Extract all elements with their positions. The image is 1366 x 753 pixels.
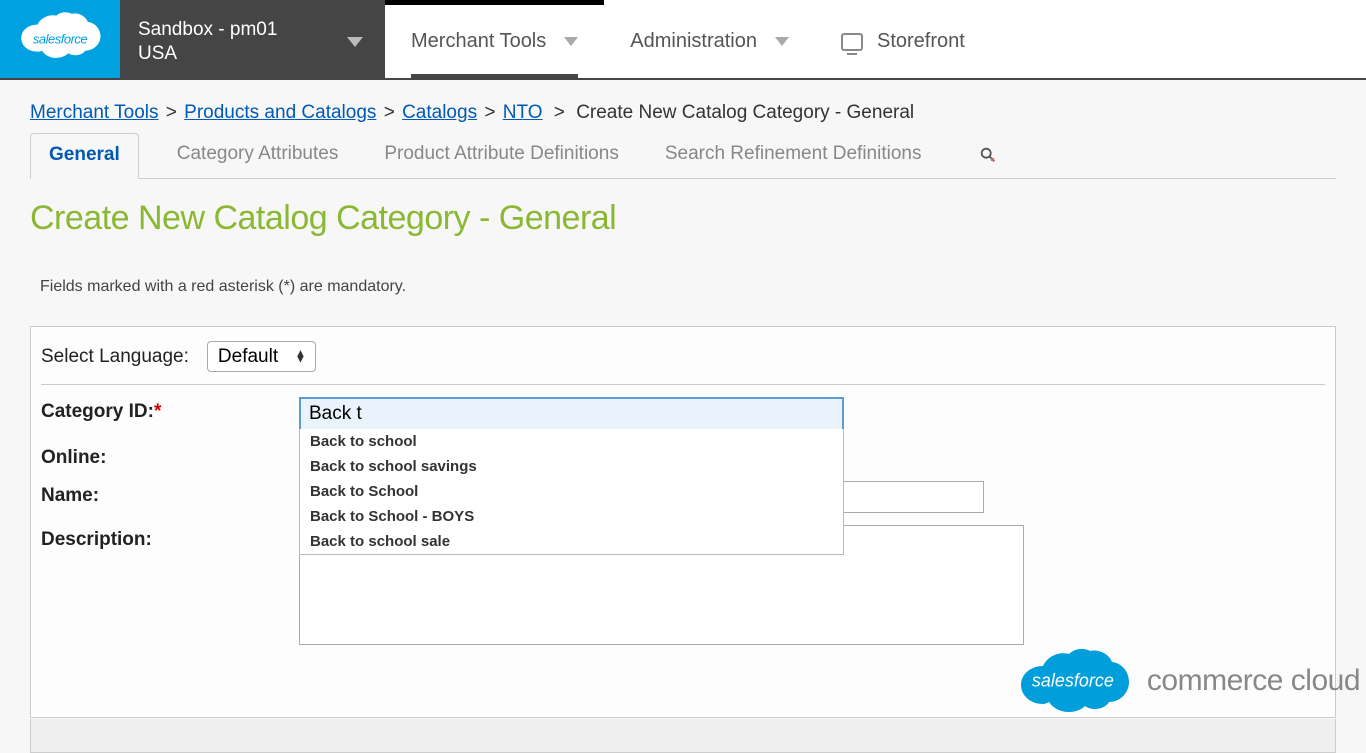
nav-label: Storefront xyxy=(877,30,965,53)
breadcrumb-separator: > xyxy=(384,102,395,123)
breadcrumb: Merchant Tools > Products and Catalogs >… xyxy=(30,102,1336,124)
nav-storefront[interactable]: Storefront xyxy=(815,0,1009,78)
tab-general[interactable]: General xyxy=(30,133,139,179)
chevron-down-icon xyxy=(347,37,363,47)
breadcrumb-link-products-catalogs[interactable]: Products and Catalogs xyxy=(184,102,376,123)
breadcrumb-link-nto[interactable]: NTO xyxy=(503,102,543,123)
category-id-input[interactable] xyxy=(299,397,844,431)
top-navigation-bar: salesforce Sandbox - pm01 USA Merchant T… xyxy=(0,0,1366,80)
category-id-label-text: Category ID: xyxy=(41,401,154,422)
nav-label: Administration xyxy=(630,30,757,53)
site-line-2: USA xyxy=(138,42,277,66)
mandatory-fields-note: Fields marked with a red asterisk (*) ar… xyxy=(30,278,1336,296)
breadcrumb-link-catalogs[interactable]: Catalogs xyxy=(402,102,477,123)
language-label: Select Language: xyxy=(41,346,189,368)
form-footer-strip xyxy=(30,719,1336,753)
autocomplete-item[interactable]: Back to school xyxy=(300,429,843,454)
description-label: Description: xyxy=(41,525,299,551)
nav-label: Merchant Tools xyxy=(411,30,546,53)
category-id-row: Category ID:* Back to school Back to sch… xyxy=(41,397,1325,431)
breadcrumb-separator: > xyxy=(166,102,177,123)
language-select[interactable]: Default xyxy=(207,341,316,372)
language-row: Select Language: Default ▲▼ xyxy=(41,341,1325,385)
salesforce-cloud-logo: salesforce xyxy=(15,9,105,69)
nav-merchant-tools[interactable]: Merchant Tools xyxy=(385,0,604,78)
breadcrumb-current: Create New Catalog Category - General xyxy=(576,102,914,123)
search-icon[interactable] xyxy=(979,146,997,164)
nav-active-underline xyxy=(411,74,578,78)
tab-product-attribute-definitions[interactable]: Product Attribute Definitions xyxy=(366,133,636,177)
breadcrumb-separator: > xyxy=(554,102,565,123)
chevron-down-icon xyxy=(564,37,578,46)
breadcrumb-separator: > xyxy=(484,102,495,123)
online-label: Online: xyxy=(41,443,299,469)
required-asterisk: * xyxy=(154,401,161,422)
monitor-icon xyxy=(841,33,863,51)
chevron-down-icon xyxy=(775,37,789,46)
tab-search-refinement-definitions[interactable]: Search Refinement Definitions xyxy=(647,133,940,177)
salesforce-cloud-icon: salesforce xyxy=(1013,640,1133,722)
nav-administration[interactable]: Administration xyxy=(604,0,815,78)
site-line-1: Sandbox - pm01 xyxy=(138,18,277,42)
site-name-text: Sandbox - pm01 USA xyxy=(138,18,277,66)
tabs-row: General Category Attributes Product Attr… xyxy=(30,132,1336,179)
autocomplete-item[interactable]: Back to school sale xyxy=(300,529,843,554)
page-title: Create New Catalog Category - General xyxy=(30,199,1336,238)
commerce-cloud-logo: salesforce commerce cloud xyxy=(1013,640,1360,722)
site-selector[interactable]: Sandbox - pm01 USA xyxy=(120,0,385,78)
tab-category-attributes[interactable]: Category Attributes xyxy=(159,133,357,177)
language-select-wrap: Default ▲▼ xyxy=(207,341,316,372)
autocomplete-item[interactable]: Back to School - BOYS xyxy=(300,504,843,529)
breadcrumb-link-merchant-tools[interactable]: Merchant Tools xyxy=(30,102,159,123)
salesforce-logo-text: salesforce xyxy=(33,32,87,47)
autocomplete-item[interactable]: Back to School xyxy=(300,479,843,504)
name-label: Name: xyxy=(41,481,299,507)
commerce-cloud-text: commerce cloud xyxy=(1147,664,1360,698)
autocomplete-item[interactable]: Back to school savings xyxy=(300,454,843,479)
salesforce-logo-cell: salesforce xyxy=(0,0,120,78)
footer-cloud-text: salesforce xyxy=(1032,671,1114,692)
category-id-label: Category ID:* xyxy=(41,397,299,423)
autocomplete-dropdown: Back to school Back to school savings Ba… xyxy=(299,429,844,555)
category-id-autocomplete-wrap: Back to school Back to school savings Ba… xyxy=(299,397,844,431)
